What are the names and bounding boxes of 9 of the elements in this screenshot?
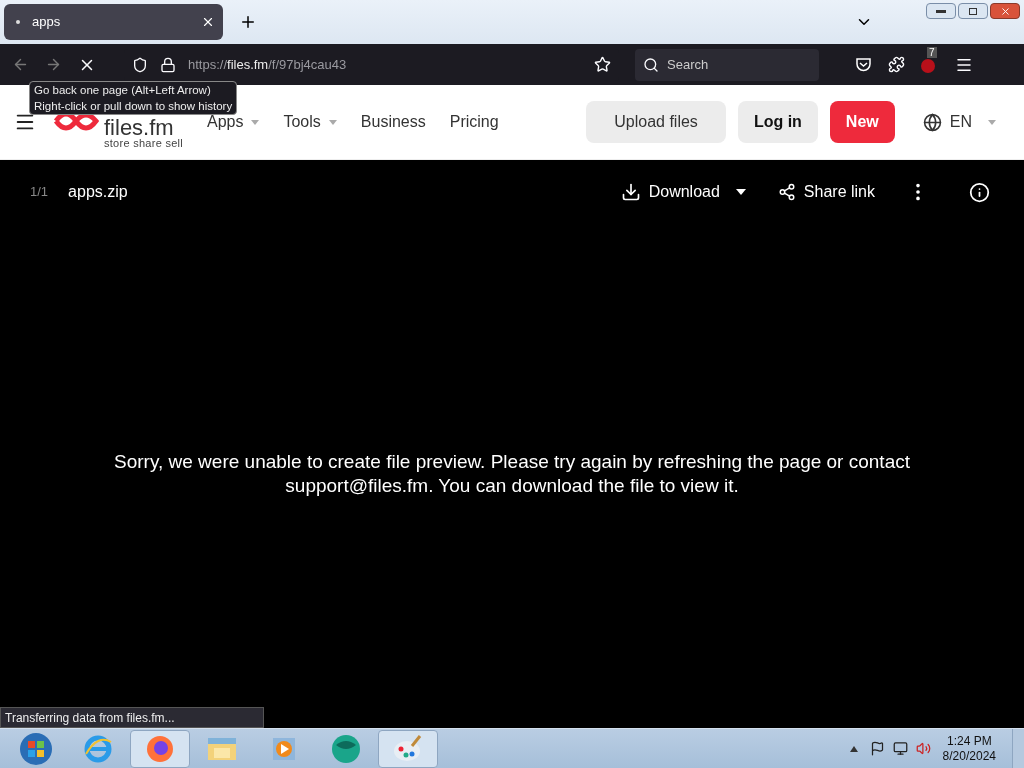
- extension-badge: 7: [927, 46, 937, 58]
- file-name: apps.zip: [68, 182, 128, 202]
- url-text: https://files.fm/f/97bj4cau43: [188, 55, 348, 74]
- status-bar: Transferring data from files.fm...: [0, 707, 264, 728]
- file-counter: 1/1: [30, 183, 49, 202]
- tab-title: apps: [32, 13, 62, 32]
- logo-tagline: store share sell: [104, 137, 183, 149]
- preview-error-message: Sorry, we were unable to create file preview. Please try again by refreshing the page or contact support@files.fm. You can download the file to view it.: [113, 450, 911, 498]
- tooltip: Go back one page (Alt+Left Arrow) Right-click or pull down to show history: [29, 81, 238, 115]
